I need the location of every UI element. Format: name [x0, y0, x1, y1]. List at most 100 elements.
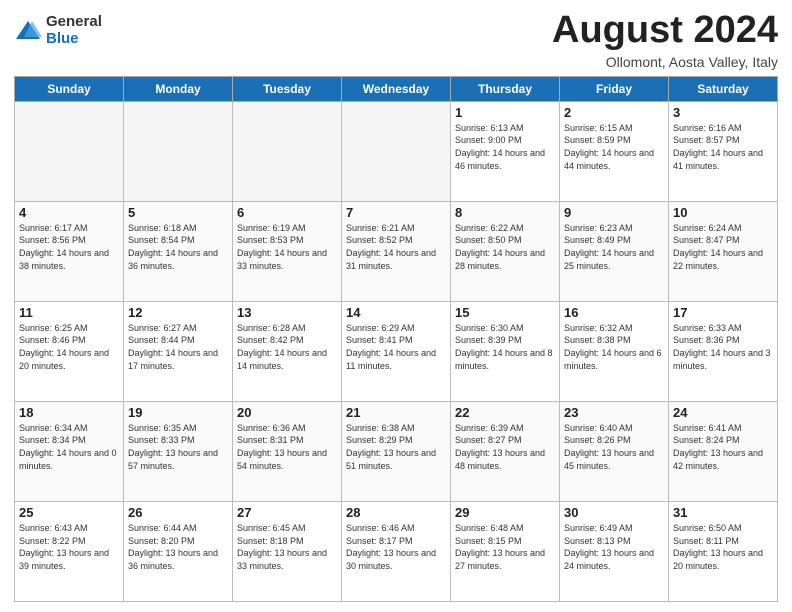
- day-number: 12: [128, 305, 228, 320]
- day-info: Sunrise: 6:25 AM Sunset: 8:46 PM Dayligh…: [19, 322, 119, 372]
- day-info: Sunrise: 6:36 AM Sunset: 8:31 PM Dayligh…: [237, 422, 337, 472]
- day-info: Sunrise: 6:46 AM Sunset: 8:17 PM Dayligh…: [346, 522, 446, 572]
- header: General Blue August 2024 Ollomont, Aosta…: [14, 10, 778, 70]
- day-number: 20: [237, 405, 337, 420]
- calendar-body: 1Sunrise: 6:13 AM Sunset: 9:00 PM Daylig…: [15, 101, 778, 601]
- day-info: Sunrise: 6:49 AM Sunset: 8:13 PM Dayligh…: [564, 522, 664, 572]
- day-number: 26: [128, 505, 228, 520]
- day-number: 19: [128, 405, 228, 420]
- calendar-row-4: 25 Sunrise: 6:43 AM Sunset: 8:22 PM Dayli…: [15, 501, 778, 601]
- day-number: 27: [237, 505, 337, 520]
- page: General Blue August 2024 Ollomont, Aosta…: [0, 0, 792, 612]
- calendar-cell: 7 Sunrise: 6:21 AM Sunset: 8:52 PM Daylig…: [342, 201, 451, 301]
- day-info: Sunrise: 6:44 AM Sunset: 8:20 PM Dayligh…: [128, 522, 228, 572]
- col-tuesday: Tuesday: [233, 76, 342, 101]
- logo-text: General Blue: [46, 14, 102, 47]
- col-sunday: Sunday: [15, 76, 124, 101]
- col-thursday: Thursday: [451, 76, 560, 101]
- calendar-cell: 18Sunrise: 6:34 AM Sunset: 8:34 PM Dayli…: [15, 401, 124, 501]
- calendar-cell: 4 Sunrise: 6:17 AM Sunset: 8:56 PM Daylig…: [15, 201, 124, 301]
- calendar-table: Sunday Monday Tuesday Wednesday Thursday…: [14, 76, 778, 602]
- title-month: August 2024: [552, 10, 778, 52]
- calendar-cell: 2 Sunrise: 6:15 AM Sunset: 8:59 PM Daylig…: [560, 101, 669, 201]
- calendar-cell: [124, 101, 233, 201]
- calendar-cell: 15 Sunrise: 6:30 AM Sunset: 8:39 PM Dayli…: [451, 301, 560, 401]
- day-info: Sunrise: 6:17 AM Sunset: 8:56 PM Dayligh…: [19, 222, 119, 272]
- calendar-cell: [15, 101, 124, 201]
- day-number: 8: [455, 205, 555, 220]
- day-info: Sunrise: 6:45 AM Sunset: 8:18 PM Dayligh…: [237, 522, 337, 572]
- calendar-row-0: 1Sunrise: 6:13 AM Sunset: 9:00 PM Daylig…: [15, 101, 778, 201]
- day-info: Sunrise: 6:23 AM Sunset: 8:49 PM Dayligh…: [564, 222, 664, 272]
- day-number: 31: [673, 505, 773, 520]
- calendar-cell: 9 Sunrise: 6:23 AM Sunset: 8:49 PM Daylig…: [560, 201, 669, 301]
- day-info: Sunrise: 6:21 AM Sunset: 8:52 PM Dayligh…: [346, 222, 446, 272]
- calendar-cell: 27 Sunrise: 6:45 AM Sunset: 8:18 PM Dayli…: [233, 501, 342, 601]
- calendar-cell: 30 Sunrise: 6:49 AM Sunset: 8:13 PM Dayli…: [560, 501, 669, 601]
- calendar-cell: 24Sunrise: 6:41 AM Sunset: 8:24 PM Dayli…: [669, 401, 778, 501]
- logo: General Blue: [14, 14, 102, 47]
- day-number: 7: [346, 205, 446, 220]
- title-block: August 2024 Ollomont, Aosta Valley, Ital…: [552, 10, 778, 70]
- calendar-cell: [233, 101, 342, 201]
- day-info: Sunrise: 6:35 AM Sunset: 8:33 PM Dayligh…: [128, 422, 228, 472]
- calendar-cell: 20 Sunrise: 6:36 AM Sunset: 8:31 PM Dayli…: [233, 401, 342, 501]
- calendar-cell: 26 Sunrise: 6:44 AM Sunset: 8:20 PM Dayli…: [124, 501, 233, 601]
- day-info: Sunrise: 6:43 AM Sunset: 8:22 PM Dayligh…: [19, 522, 119, 572]
- day-number: 22: [455, 405, 555, 420]
- calendar-cell: 22 Sunrise: 6:39 AM Sunset: 8:27 PM Dayli…: [451, 401, 560, 501]
- day-number: 13: [237, 305, 337, 320]
- calendar-row-2: 11 Sunrise: 6:25 AM Sunset: 8:46 PM Dayli…: [15, 301, 778, 401]
- calendar-cell: 6Sunrise: 6:19 AM Sunset: 8:53 PM Daylig…: [233, 201, 342, 301]
- day-number: 5: [128, 205, 228, 220]
- calendar-cell: 11 Sunrise: 6:25 AM Sunset: 8:46 PM Dayli…: [15, 301, 124, 401]
- day-number: 21: [346, 405, 446, 420]
- day-number: 23: [564, 405, 664, 420]
- day-number: 30: [564, 505, 664, 520]
- calendar-cell: 16Sunrise: 6:32 AM Sunset: 8:38 PM Dayli…: [560, 301, 669, 401]
- day-info: Sunrise: 6:27 AM Sunset: 8:44 PM Dayligh…: [128, 322, 228, 372]
- calendar-cell: 21Sunrise: 6:38 AM Sunset: 8:29 PM Dayli…: [342, 401, 451, 501]
- col-monday: Monday: [124, 76, 233, 101]
- day-info: Sunrise: 6:13 AM Sunset: 9:00 PM Dayligh…: [455, 122, 555, 172]
- day-number: 3: [673, 105, 773, 120]
- day-number: 6: [237, 205, 337, 220]
- day-info: Sunrise: 6:15 AM Sunset: 8:59 PM Dayligh…: [564, 122, 664, 172]
- day-info: Sunrise: 6:18 AM Sunset: 8:54 PM Dayligh…: [128, 222, 228, 272]
- calendar-cell: 12 Sunrise: 6:27 AM Sunset: 8:44 PM Dayli…: [124, 301, 233, 401]
- calendar-cell: 3 Sunrise: 6:16 AM Sunset: 8:57 PM Daylig…: [669, 101, 778, 201]
- header-row: Sunday Monday Tuesday Wednesday Thursday…: [15, 76, 778, 101]
- calendar-cell: 5 Sunrise: 6:18 AM Sunset: 8:54 PM Daylig…: [124, 201, 233, 301]
- calendar-cell: 28Sunrise: 6:46 AM Sunset: 8:17 PM Dayli…: [342, 501, 451, 601]
- calendar-row-1: 4 Sunrise: 6:17 AM Sunset: 8:56 PM Daylig…: [15, 201, 778, 301]
- day-number: 11: [19, 305, 119, 320]
- day-number: 14: [346, 305, 446, 320]
- col-saturday: Saturday: [669, 76, 778, 101]
- day-number: 4: [19, 205, 119, 220]
- col-friday: Friday: [560, 76, 669, 101]
- calendar-cell: 31 Sunrise: 6:50 AM Sunset: 8:11 PM Dayli…: [669, 501, 778, 601]
- logo-blue-text: Blue: [46, 31, 102, 48]
- day-number: 15: [455, 305, 555, 320]
- day-number: 29: [455, 505, 555, 520]
- day-info: Sunrise: 6:39 AM Sunset: 8:27 PM Dayligh…: [455, 422, 555, 472]
- day-info: Sunrise: 6:28 AM Sunset: 8:42 PM Dayligh…: [237, 322, 337, 372]
- calendar-cell: 8Sunrise: 6:22 AM Sunset: 8:50 PM Daylig…: [451, 201, 560, 301]
- day-info: Sunrise: 6:24 AM Sunset: 8:47 PM Dayligh…: [673, 222, 773, 272]
- day-info: Sunrise: 6:41 AM Sunset: 8:24 PM Dayligh…: [673, 422, 773, 472]
- day-info: Sunrise: 6:32 AM Sunset: 8:38 PM Dayligh…: [564, 322, 664, 372]
- day-number: 9: [564, 205, 664, 220]
- day-info: Sunrise: 6:29 AM Sunset: 8:41 PM Dayligh…: [346, 322, 446, 372]
- day-number: 18: [19, 405, 119, 420]
- day-number: 25: [19, 505, 119, 520]
- day-number: 2: [564, 105, 664, 120]
- day-info: Sunrise: 6:48 AM Sunset: 8:15 PM Dayligh…: [455, 522, 555, 572]
- day-number: 10: [673, 205, 773, 220]
- calendar-cell: 17Sunrise: 6:33 AM Sunset: 8:36 PM Dayli…: [669, 301, 778, 401]
- day-info: Sunrise: 6:30 AM Sunset: 8:39 PM Dayligh…: [455, 322, 555, 372]
- day-info: Sunrise: 6:50 AM Sunset: 8:11 PM Dayligh…: [673, 522, 773, 572]
- calendar-cell: 19 Sunrise: 6:35 AM Sunset: 8:33 PM Dayli…: [124, 401, 233, 501]
- calendar-cell: 1Sunrise: 6:13 AM Sunset: 9:00 PM Daylig…: [451, 101, 560, 201]
- calendar-cell: 25 Sunrise: 6:43 AM Sunset: 8:22 PM Dayli…: [15, 501, 124, 601]
- day-info: Sunrise: 6:16 AM Sunset: 8:57 PM Dayligh…: [673, 122, 773, 172]
